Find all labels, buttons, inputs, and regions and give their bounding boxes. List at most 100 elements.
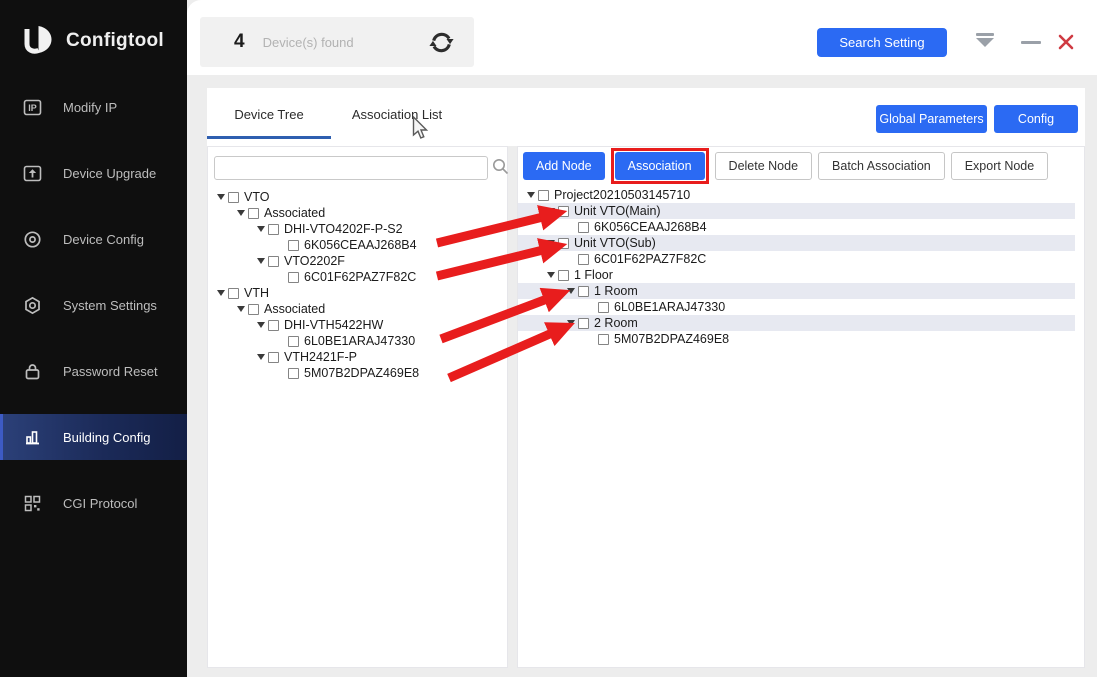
- sidebar-item-device-upgrade[interactable]: Device Upgrade: [0, 150, 187, 196]
- expand-caret-icon[interactable]: [544, 208, 558, 214]
- node-checkbox[interactable]: [268, 255, 279, 267]
- node-toolbar: Add Node Association Delete Node Batch A…: [518, 147, 1084, 185]
- association-button[interactable]: Association: [614, 152, 705, 180]
- tree-node[interactable]: 6L0BE1ARAJ47330: [518, 299, 1084, 315]
- node-checkbox[interactable]: [288, 335, 299, 347]
- node-checkbox[interactable]: [288, 271, 299, 283]
- node-checkbox[interactable]: [288, 367, 299, 379]
- tree-search-input[interactable]: [214, 156, 488, 180]
- tree-node[interactable]: VTH2421F-P: [208, 349, 507, 365]
- tree-node[interactable]: Associated: [208, 205, 507, 221]
- node-checkbox[interactable]: [598, 301, 609, 313]
- expand-caret-icon[interactable]: [234, 306, 248, 312]
- sidebar-item-cgi-protocol[interactable]: CGI Protocol: [0, 480, 187, 526]
- content-area: Device Tree Association List Global Para…: [187, 75, 1097, 677]
- expand-caret-icon[interactable]: [544, 272, 558, 278]
- export-node-button[interactable]: Export Node: [950, 152, 1049, 180]
- tree-node[interactable]: VTO2202F: [208, 253, 507, 269]
- sidebar-item-building-config[interactable]: Building Config: [0, 414, 187, 460]
- svg-text:IP: IP: [28, 103, 37, 113]
- sidebar-item-password-reset[interactable]: Password Reset: [0, 348, 187, 394]
- tree-node[interactable]: 6L0BE1ARAJ47330: [208, 333, 507, 349]
- node-checkbox[interactable]: [248, 303, 259, 315]
- device-found-label: Device(s) found: [262, 34, 354, 50]
- tree-node[interactable]: 2 Room: [518, 315, 1075, 331]
- expand-caret-icon[interactable]: [564, 288, 578, 294]
- expand-caret-icon[interactable]: [214, 194, 228, 200]
- tree-node[interactable]: VTH: [208, 285, 507, 301]
- search-icon[interactable]: [492, 158, 509, 180]
- tree-node-label: VTH2421F-P: [284, 350, 357, 364]
- dahua-logo-icon: [24, 26, 52, 54]
- tree-node[interactable]: 6C01F62PAZ7F82C: [208, 269, 507, 285]
- node-checkbox[interactable]: [538, 189, 549, 201]
- expand-caret-icon[interactable]: [254, 354, 268, 360]
- node-checkbox[interactable]: [268, 223, 279, 235]
- search-setting-button[interactable]: Search Setting: [817, 28, 947, 57]
- ip-icon: IP: [23, 98, 42, 117]
- target-icon: [23, 230, 42, 249]
- node-checkbox[interactable]: [598, 333, 609, 345]
- tree-node[interactable]: 6K056CEAAJ268B4: [208, 237, 507, 253]
- refresh-icon[interactable]: [429, 30, 454, 55]
- tree-node[interactable]: Unit VTO(Sub): [518, 235, 1075, 251]
- qr-icon: [23, 494, 42, 513]
- node-checkbox[interactable]: [578, 221, 589, 233]
- config-button[interactable]: Config: [994, 105, 1078, 133]
- node-checkbox[interactable]: [578, 317, 589, 329]
- node-checkbox[interactable]: [228, 287, 239, 299]
- tree-node[interactable]: 5M07B2DPAZ469E8: [518, 331, 1084, 347]
- delete-node-button[interactable]: Delete Node: [714, 152, 813, 180]
- tree-node[interactable]: 6K056CEAAJ268B4: [518, 219, 1084, 235]
- minimize-button[interactable]: [1021, 41, 1041, 44]
- expand-caret-icon[interactable]: [254, 322, 268, 328]
- node-checkbox[interactable]: [228, 191, 239, 203]
- tree-node[interactable]: 1 Room: [518, 283, 1075, 299]
- tree-node[interactable]: Associated: [208, 301, 507, 317]
- node-checkbox[interactable]: [268, 319, 279, 331]
- add-node-button[interactable]: Add Node: [523, 152, 605, 180]
- batch-association-button[interactable]: Batch Association: [818, 152, 945, 180]
- node-checkbox[interactable]: [268, 351, 279, 363]
- expand-caret-icon[interactable]: [254, 258, 268, 264]
- expand-caret-icon[interactable]: [234, 210, 248, 216]
- device-tree: VTO Associated DHI-VTO4202F-P-S2 6K056CEAAJ…: [208, 189, 507, 381]
- close-button[interactable]: [1057, 33, 1075, 51]
- expand-caret-icon[interactable]: [544, 240, 558, 246]
- sidebar-item-system-settings[interactable]: System Settings: [0, 282, 187, 328]
- global-parameters-button[interactable]: Global Parameters: [876, 105, 987, 133]
- node-checkbox[interactable]: [578, 285, 589, 297]
- tree-node[interactable]: Project20210503145710: [518, 187, 1084, 203]
- tree-node-label: Associated: [264, 206, 326, 220]
- sidebar-item-modify-ip[interactable]: IP Modify IP: [0, 84, 187, 130]
- tree-node-label: 6C01F62PAZ7F82C: [304, 270, 417, 284]
- tree-node[interactable]: VTO: [208, 189, 507, 205]
- device-tree-panel: VTO Associated DHI-VTO4202F-P-S2 6K056CEAAJ…: [207, 146, 509, 668]
- node-checkbox[interactable]: [288, 239, 299, 251]
- tab-association-list[interactable]: Association List: [331, 88, 463, 140]
- tree-node[interactable]: 6C01F62PAZ7F82C: [518, 251, 1084, 267]
- filter-collapse-icon[interactable]: [974, 33, 996, 47]
- node-checkbox[interactable]: [558, 205, 569, 217]
- sidebar-item-label: Modify IP: [63, 99, 118, 115]
- tab-device-tree[interactable]: Device Tree: [207, 88, 331, 140]
- node-checkbox[interactable]: [248, 207, 259, 219]
- expand-caret-icon[interactable]: [254, 226, 268, 232]
- node-checkbox[interactable]: [558, 237, 569, 249]
- tree-node[interactable]: DHI-VTH5422HW: [208, 317, 507, 333]
- tree-node[interactable]: 1 Floor: [518, 267, 1084, 283]
- tree-node-label: VTO: [244, 190, 270, 204]
- device-count: 4: [234, 31, 245, 52]
- tree-node-label: 1 Room: [594, 284, 638, 298]
- tree-node[interactable]: 5M07B2DPAZ469E8: [208, 365, 507, 381]
- tree-node[interactable]: Unit VTO(Main): [518, 203, 1075, 219]
- tree-node[interactable]: DHI-VTO4202F-P-S2: [208, 221, 507, 237]
- sidebar-item-label: CGI Protocol: [63, 495, 138, 511]
- sidebar-item-device-config[interactable]: Device Config: [0, 216, 187, 262]
- expand-caret-icon[interactable]: [214, 290, 228, 296]
- node-checkbox[interactable]: [578, 253, 589, 265]
- node-checkbox[interactable]: [558, 269, 569, 281]
- tree-node-label: Associated: [264, 302, 326, 316]
- expand-caret-icon[interactable]: [564, 320, 578, 326]
- expand-caret-icon[interactable]: [524, 192, 538, 198]
